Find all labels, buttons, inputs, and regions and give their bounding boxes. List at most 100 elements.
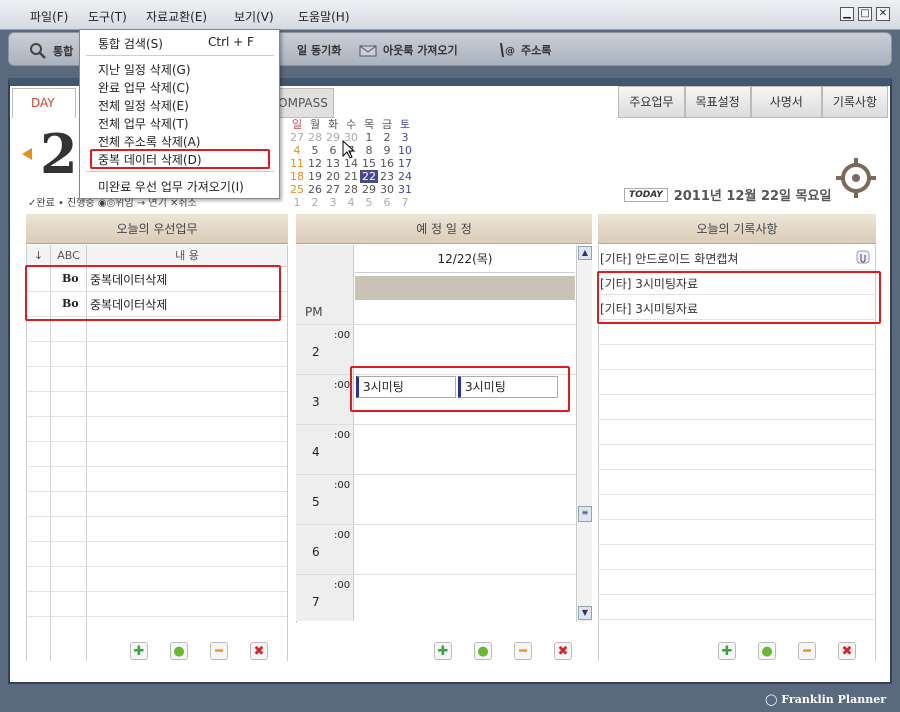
record-row[interactable] — [598, 470, 874, 495]
tab-goals[interactable]: 목표설정 — [684, 86, 751, 118]
remove-icon[interactable]: ━ — [514, 642, 532, 660]
today-button[interactable]: TODAY — [624, 187, 668, 202]
add-icon[interactable]: ✚ — [434, 642, 452, 660]
menu-item-import-incomplete[interactable]: 미완료 우선 업무 가져오기(I) — [98, 178, 244, 195]
remove-icon[interactable]: ━ — [210, 642, 228, 660]
scroll-down-icon[interactable]: ▼ — [578, 606, 592, 620]
compass-icon[interactable] — [836, 158, 876, 198]
menu-help[interactable]: 도움말(H) — [298, 8, 350, 25]
hour-row[interactable]: 5 :00 — [296, 475, 576, 525]
add-icon[interactable]: ✚ — [130, 642, 148, 660]
menu-view[interactable]: 보기(V) — [234, 8, 274, 25]
record-row[interactable] — [598, 495, 874, 520]
all-day-row[interactable] — [355, 276, 575, 300]
cal-day[interactable]: 20 — [324, 170, 342, 183]
schedule-scrollbar[interactable]: ▲ ≡ ▼ — [576, 246, 592, 622]
cal-day[interactable]: 6 — [378, 196, 396, 209]
cal-day[interactable]: 26 — [306, 183, 324, 196]
menu-item-delete-past[interactable]: 지난 일정 삭제(G) — [98, 61, 191, 78]
scroll-thumb[interactable]: ≡ — [578, 506, 592, 522]
record-row[interactable] — [598, 420, 874, 445]
cal-day[interactable]: 27 — [288, 131, 306, 144]
prev-day-arrow-icon[interactable] — [22, 148, 32, 160]
close-button[interactable]: ✕ — [876, 7, 890, 21]
outlook-import-button[interactable]: 아웃룩 가져오기 — [359, 42, 458, 58]
cal-day[interactable]: 21 — [342, 170, 360, 183]
cal-day[interactable]: 24 — [396, 170, 414, 183]
cal-day[interactable]: 3 — [324, 196, 342, 209]
complete-icon[interactable]: ● — [170, 642, 188, 660]
tab-compass[interactable]: OMPASS — [272, 88, 334, 118]
record-row[interactable] — [598, 595, 874, 620]
tab-mission[interactable]: 사명서 — [750, 86, 822, 118]
record-row[interactable] — [598, 370, 874, 395]
cal-day[interactable]: 28 — [342, 183, 360, 196]
cal-day[interactable]: 28 — [306, 131, 324, 144]
record-row[interactable] — [598, 345, 874, 370]
menu-exchange[interactable]: 자료교환(E) — [146, 8, 207, 25]
record-row[interactable] — [598, 520, 874, 545]
cal-day[interactable]: 3 — [396, 131, 414, 144]
cal-day[interactable]: 27 — [324, 183, 342, 196]
search-toolbar-button[interactable]: 통합 — [29, 42, 73, 60]
tab-key-tasks[interactable]: 주요업무 — [618, 86, 685, 118]
cal-day[interactable]: 13 — [324, 157, 342, 170]
cal-day[interactable]: 4 — [342, 196, 360, 209]
cal-day[interactable]: 17 — [396, 157, 414, 170]
tab-day[interactable]: DAY — [12, 88, 76, 118]
cal-day[interactable]: 6 — [324, 144, 342, 157]
abc-column[interactable]: ABC — [51, 245, 87, 266]
cal-day[interactable]: 8 — [360, 144, 378, 157]
cal-day[interactable]: 5 — [360, 196, 378, 209]
scroll-up-icon[interactable]: ▲ — [578, 246, 592, 260]
content-column[interactable]: 내 용 — [87, 245, 287, 266]
delete-icon[interactable]: ✖ — [250, 642, 268, 660]
record-item[interactable]: [기타] 안드로이드 화면캡쳐 — [600, 250, 738, 267]
sort-column[interactable]: ↓ — [27, 245, 51, 266]
cal-day[interactable]: 18 — [288, 170, 306, 183]
cal-day[interactable]: 2 — [378, 131, 396, 144]
menu-item-search[interactable]: 통합 검색(S) — [98, 35, 163, 52]
record-row[interactable] — [598, 545, 874, 570]
cal-day-selected[interactable]: 22 — [360, 170, 378, 183]
cal-day[interactable]: 7 — [396, 196, 414, 209]
cal-day[interactable]: 12 — [306, 157, 324, 170]
menu-item-delete-all-schedule[interactable]: 전체 일정 삭제(E) — [98, 97, 189, 114]
delete-icon[interactable]: ✖ — [838, 642, 856, 660]
hour-row[interactable]: 6 :00 — [296, 525, 576, 575]
remove-icon[interactable]: ━ — [798, 642, 816, 660]
cal-day[interactable]: 16 — [378, 157, 396, 170]
sync-toolbar-button[interactable]: 일 동기화 — [297, 42, 341, 58]
add-icon[interactable]: ✚ — [718, 642, 736, 660]
cal-day[interactable]: 10 — [396, 144, 414, 157]
cal-day[interactable]: 4 — [288, 144, 306, 157]
cal-day[interactable]: 29 — [360, 183, 378, 196]
menu-tools[interactable]: 도구(T) — [88, 8, 127, 25]
hour-row[interactable]: 4 :00 — [296, 425, 576, 475]
cal-day[interactable]: 30 — [378, 183, 396, 196]
cal-day[interactable]: 19 — [306, 170, 324, 183]
cal-day[interactable]: 29 — [324, 131, 342, 144]
menu-file[interactable]: 파일(F) — [30, 8, 68, 25]
menu-item-delete-addressbook[interactable]: 전체 주소록 삭제(A) — [98, 133, 200, 150]
cal-day[interactable]: 31 — [396, 183, 414, 196]
cal-day[interactable]: 1 — [288, 196, 306, 209]
record-row[interactable] — [598, 570, 874, 595]
minimize-button[interactable]: ▁ — [840, 7, 854, 21]
addressbook-button[interactable]: @ 주소록 — [499, 42, 551, 58]
cal-day[interactable]: 23 — [378, 170, 396, 183]
cal-day[interactable]: 11 — [288, 157, 306, 170]
cal-day[interactable]: 1 — [360, 131, 378, 144]
cal-day[interactable]: 2 — [306, 196, 324, 209]
delete-icon[interactable]: ✖ — [554, 642, 572, 660]
maximize-button[interactable]: □ — [858, 7, 872, 21]
complete-icon[interactable]: ● — [758, 642, 776, 660]
cal-day[interactable]: 25 — [288, 183, 306, 196]
hour-row[interactable]: 7 :00 — [296, 575, 576, 621]
attachment-icon[interactable] — [856, 250, 870, 264]
complete-icon[interactable]: ● — [474, 642, 492, 660]
cal-day[interactable]: 15 — [360, 157, 378, 170]
tab-records[interactable]: 기록사항 — [821, 86, 888, 118]
record-row[interactable] — [598, 445, 874, 470]
menu-item-delete-completed[interactable]: 완료 업무 삭제(C) — [98, 79, 190, 96]
